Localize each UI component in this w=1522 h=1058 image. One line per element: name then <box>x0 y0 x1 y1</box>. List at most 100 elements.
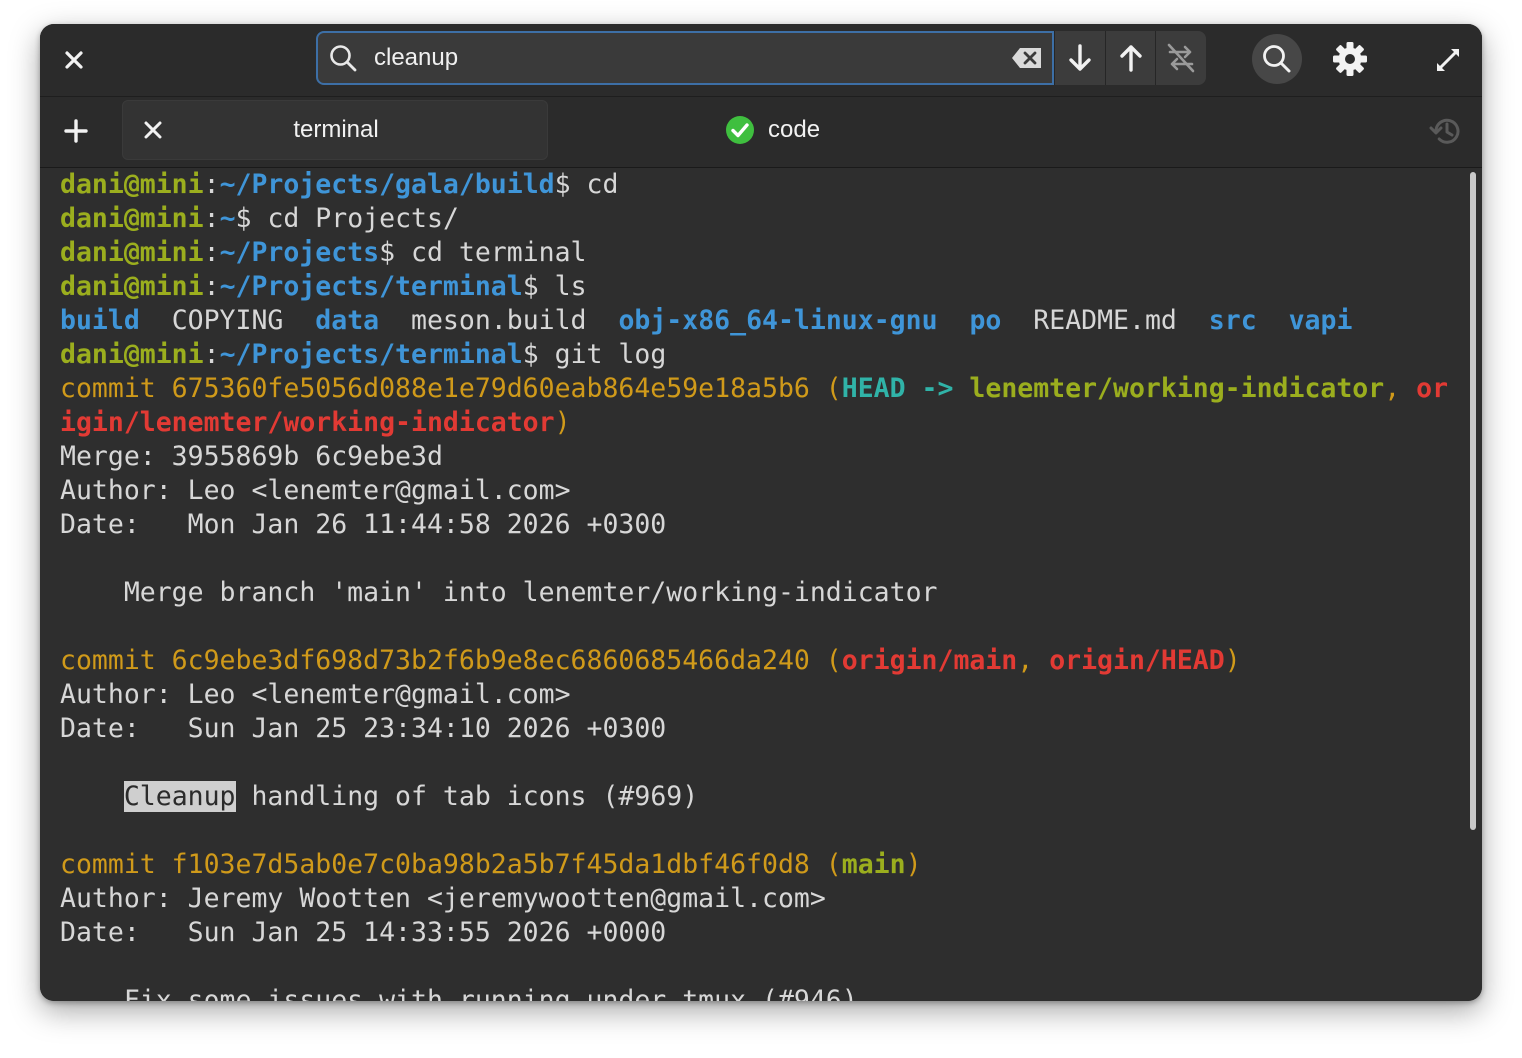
terminal-text: Merge branch 'main' into lenemter/workin… <box>60 577 938 608</box>
terminal-text: origin/main <box>841 645 1018 676</box>
terminal-text: ) <box>905 849 922 880</box>
terminal-text: Author: Leo <lenemter@gmail.com> <box>60 475 571 506</box>
next-match-button[interactable] <box>1054 31 1105 85</box>
backspace-clear-icon[interactable] <box>1010 45 1044 71</box>
terminal-text: Date: Mon Jan 26 11:44:58 2026 +0300 <box>60 509 667 540</box>
gear-icon <box>1333 42 1367 76</box>
terminal-text: Merge: 3955869b 6c9ebe3d <box>60 441 443 472</box>
terminal-text: dani@mini <box>60 271 204 302</box>
terminal-text: $ cd terminal <box>379 237 587 268</box>
terminal-text: Author: Jeremy Wootten <jeremywootten@gm… <box>60 883 826 914</box>
terminal-text: $ ls <box>522 271 587 302</box>
terminal-text: Author: Leo <lenemter@gmail.com> <box>60 679 571 710</box>
terminal-text: src <box>1208 305 1257 336</box>
terminal-text: $ cd <box>554 169 619 200</box>
search-navigation-group <box>1054 31 1206 85</box>
search-icon <box>1263 45 1291 73</box>
search-icon <box>330 45 357 72</box>
terminal-text: dani@mini <box>60 237 204 268</box>
terminal-text: ) <box>554 407 571 438</box>
terminal-text: dani@mini <box>60 203 204 234</box>
terminal-text: ) <box>1224 645 1241 676</box>
terminal-text: : <box>203 339 220 370</box>
history-icon <box>1429 118 1460 144</box>
terminal-line: commit 6c9ebe3df698d73b2f6b9e8ec68606854… <box>60 644 1460 678</box>
header-bar <box>40 24 1482 97</box>
terminal-text: $ cd Projects/ <box>235 203 459 234</box>
search-match-highlight: Cleanup <box>123 781 236 812</box>
new-tab-button[interactable] <box>56 109 96 153</box>
search-entry[interactable] <box>316 31 1054 85</box>
terminal-line: dani@mini:~/Projects/terminal$ git log <box>60 338 1460 372</box>
check-circle-icon <box>726 116 754 144</box>
terminal-text: COPYING <box>139 305 316 336</box>
cycle-disabled-icon <box>1167 43 1195 73</box>
terminal-line: Date: Sun Jan 25 14:33:55 2026 +0000 <box>60 916 1460 950</box>
terminal-line: build COPYING data meson.build obj-x86_6… <box>60 304 1460 338</box>
terminal-text: : <box>203 237 220 268</box>
terminal-text: Date: Sun Jan 25 14:33:55 2026 +0000 <box>60 917 667 948</box>
terminal-text: commit f103e7d5ab0e7c0ba98b2a5b7f45da1db… <box>60 849 842 880</box>
terminal-text: commit 6c9ebe3df698d73b2f6b9e8ec68606854… <box>60 645 842 676</box>
terminal-line: Date: Mon Jan 26 11:44:58 2026 +0300 <box>60 508 1460 542</box>
tab-label: code <box>768 116 821 143</box>
terminal-line: Merge branch 'main' into lenemter/workin… <box>60 576 1460 610</box>
previous-match-button[interactable] <box>1104 31 1156 85</box>
terminal-text: Date: Sun Jan 25 23:34:10 2026 +0300 <box>60 713 667 744</box>
terminal-window: terminal code dani@mini:~/Projects/gala/… <box>40 24 1482 1001</box>
terminal-text: or <box>1416 373 1449 404</box>
terminal-line: Date: Sun Jan 25 23:34:10 2026 +0300 <box>60 712 1460 746</box>
terminal-line: Author: Leo <lenemter@gmail.com> <box>60 474 1460 508</box>
recently-closed-tabs-button[interactable] <box>1426 111 1466 151</box>
settings-button[interactable] <box>1328 36 1372 82</box>
terminal-text: , <box>1017 645 1050 676</box>
terminal-text: origin/HEAD <box>1049 645 1225 676</box>
cycle-search-button[interactable] <box>1155 31 1206 85</box>
close-window-button[interactable] <box>54 38 94 82</box>
terminal-view[interactable]: dani@mini:~/Projects/gala/build$ cd dani@… <box>40 168 1482 1001</box>
terminal-text: obj-x86_64-linux-gnu <box>618 305 938 336</box>
terminal-text: igin/lenemter/working-indicator <box>60 407 555 438</box>
tab-terminal[interactable]: terminal <box>122 100 548 160</box>
terminal-text: $ git log <box>522 339 667 370</box>
terminal-text: build <box>60 305 140 336</box>
terminal-text: meson.build <box>379 305 619 336</box>
terminal-line: dani@mini:~$ cd Projects/ <box>60 202 1460 236</box>
arrow-up-icon <box>1119 45 1142 72</box>
terminal-text: lenemter/working-indicator <box>969 373 1385 404</box>
close-icon <box>65 51 83 69</box>
terminal-text: main <box>841 849 906 880</box>
terminal-text: ~/Projects/terminal <box>219 271 523 302</box>
terminal-text: dani@mini <box>60 169 204 200</box>
tab-code[interactable]: code <box>548 100 1048 160</box>
terminal-text: ~/Projects/terminal <box>219 339 523 370</box>
terminal-line: igin/lenemter/working-indicator) <box>60 406 1460 440</box>
terminal-text: data <box>315 305 380 336</box>
terminal-line: Author: Jeremy Wootten <jeremywootten@gm… <box>60 882 1460 916</box>
terminal-line: dani@mini:~/Projects/gala/build$ cd <box>60 168 1460 202</box>
terminal-text: , <box>1384 373 1417 404</box>
search-toggle-button[interactable] <box>1252 34 1302 84</box>
scrollbar[interactable] <box>1470 172 1476 830</box>
tab-bar: terminal code <box>40 97 1482 168</box>
terminal-text: ~/Projects/gala/build <box>219 169 555 200</box>
search-input[interactable] <box>374 41 994 75</box>
terminal-line: Cleanup handling of tab icons (#969) <box>60 780 1460 814</box>
terminal-text: vapi <box>1288 305 1353 336</box>
terminal-line: dani@mini:~/Projects/terminal$ ls <box>60 270 1460 304</box>
terminal-text: Fix some issues with running under tmux … <box>60 985 858 1001</box>
terminal-text: : <box>203 169 220 200</box>
fullscreen-button[interactable] <box>1428 38 1468 82</box>
terminal-line: Merge: 3955869b 6c9ebe3d <box>60 440 1460 474</box>
terminal-line: Author: Leo <lenemter@gmail.com> <box>60 678 1460 712</box>
terminal-text: : <box>203 203 220 234</box>
terminal-text: ~ <box>219 203 236 234</box>
tab-label: terminal <box>293 116 379 143</box>
terminal-text: dani@mini <box>60 339 204 370</box>
